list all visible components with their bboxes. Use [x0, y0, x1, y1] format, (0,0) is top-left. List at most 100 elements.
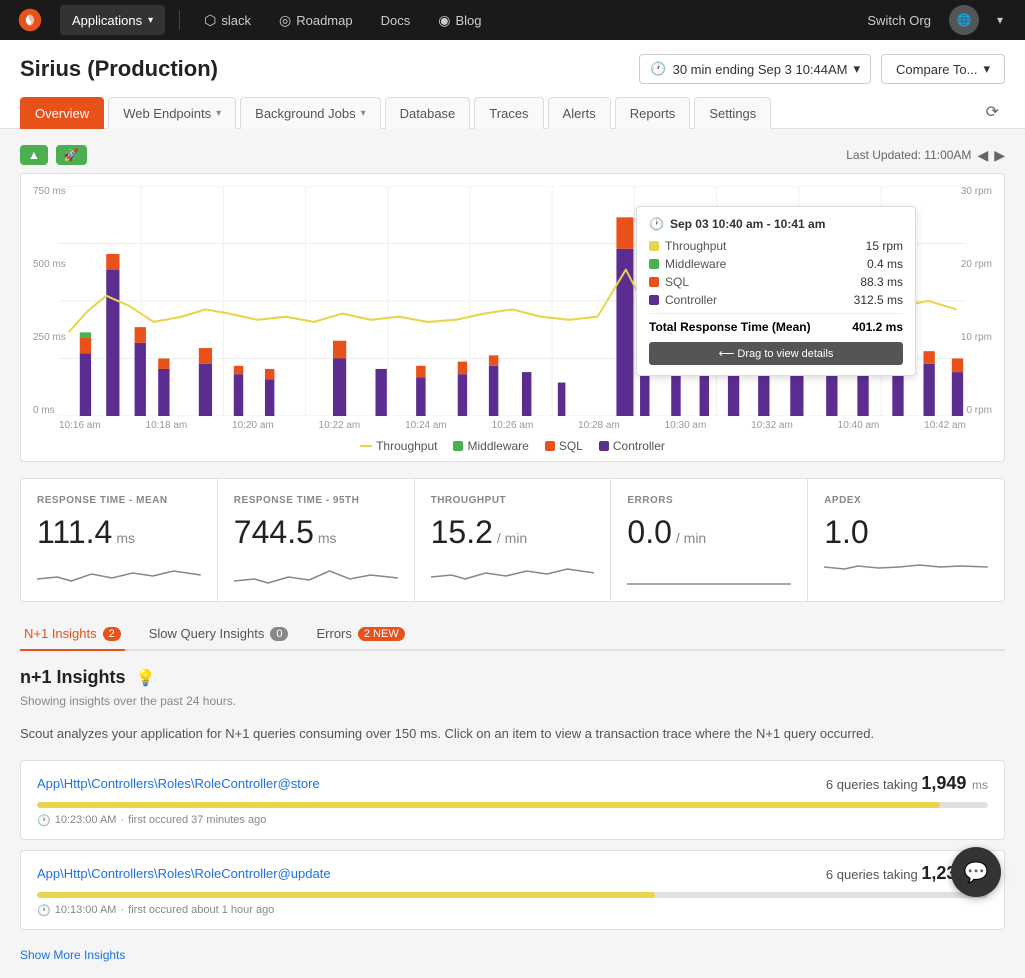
clock-icon: 🕐: [650, 61, 666, 77]
controller-legend-color: [599, 441, 609, 451]
tab-reports[interactable]: Reports: [615, 97, 691, 129]
sql-legend-color: [545, 441, 555, 451]
metric-value-throughput: 15.2: [431, 514, 493, 551]
tab-settings[interactable]: Settings: [694, 97, 771, 129]
main-tab-nav: Overview Web Endpoints ▾ Background Jobs…: [20, 96, 1005, 128]
sparkline-mean: [37, 559, 201, 589]
tooltip-middleware-row: Middleware 0.4 ms: [649, 257, 903, 271]
blog-link[interactable]: ◉ Blog: [428, 7, 491, 34]
user-avatar-button[interactable]: 🌐: [949, 5, 979, 35]
tab-slow-query-insights[interactable]: Slow Query Insights 0: [145, 618, 293, 651]
blog-icon: ◉: [438, 12, 450, 29]
tab-traces[interactable]: Traces: [474, 97, 543, 129]
insight-progress-bar-1: [37, 802, 988, 808]
metric-throughput[interactable]: THROUGHPUT 15.2 / min: [415, 479, 611, 601]
chat-button[interactable]: 💬: [951, 847, 1001, 897]
insight-item-1: App\Http\Controllers\Roles\RoleControlle…: [20, 760, 1005, 840]
tab-n1-insights[interactable]: N+1 Insights 2: [20, 618, 125, 651]
tab-background-jobs[interactable]: Background Jobs ▾: [240, 97, 380, 129]
page-header: Sirius (Production) 🕐 30 min ending Sep …: [0, 40, 1025, 129]
throughput-legend-color: [360, 445, 372, 447]
insights-subtitle: Showing insights over the past 24 hours.: [20, 694, 1005, 708]
tab-alerts[interactable]: Alerts: [548, 97, 611, 129]
tooltip-controller-row: Controller 312.5 ms: [649, 293, 903, 307]
refresh-button[interactable]: ⟳: [980, 96, 1005, 128]
tab-database[interactable]: Database: [385, 97, 471, 129]
metric-cards-row: RESPONSE TIME - MEAN 111.4 ms RESPONSE T…: [20, 478, 1005, 602]
metric-apdex[interactable]: APDEX 1.0: [808, 479, 1004, 601]
lightbulb-icon: 💡: [136, 668, 156, 688]
last-updated-label: Last Updated: 11:00AM ◀ ▶: [846, 147, 1005, 164]
docs-link[interactable]: Docs: [371, 8, 421, 33]
insight-progress-fill-2: [37, 892, 655, 898]
indicator-row: ▲ 🚀 Last Updated: 11:00AM ◀ ▶: [20, 145, 1005, 165]
insights-tab-nav: N+1 Insights 2 Slow Query Insights 0 Err…: [20, 618, 1005, 651]
insight-item-2-header: App\Http\Controllers\Roles\RoleControlle…: [37, 863, 988, 884]
status-indicators: ▲ 🚀: [20, 145, 87, 165]
chart-legend: Throughput Middleware SQL Controller: [29, 439, 996, 453]
show-more-insights-link[interactable]: Show More Insights: [20, 948, 125, 962]
metric-value-apdex: 1.0: [824, 514, 868, 551]
globe-icon: 🌐: [956, 13, 971, 27]
clock-meta-icon-2: 🕐: [37, 904, 51, 917]
legend-middleware: Middleware: [453, 439, 528, 453]
top-navigation: Applications ▾ ⬡ slack ◎ Roadmap Docs ◉ …: [0, 0, 1025, 40]
legend-controller: Controller: [599, 439, 665, 453]
switch-org-button[interactable]: Switch Org: [857, 8, 941, 33]
insights-title: n+1 Insights: [20, 667, 126, 688]
compare-chevron-icon: ▾: [983, 61, 990, 77]
insight-progress-bar-2: [37, 892, 988, 898]
insights-description: Scout analyzes your application for N+1 …: [20, 724, 1005, 744]
slack-icon: ⬡: [204, 12, 216, 29]
tooltip-throughput-row: Throughput 15 rpm: [649, 239, 903, 253]
tooltip-total-row: Total Response Time (Mean) 401.2 ms: [649, 320, 903, 334]
insight-link-2[interactable]: App\Http\Controllers\Roles\RoleControlle…: [37, 866, 331, 881]
app-logo[interactable]: [12, 2, 48, 38]
slack-link[interactable]: ⬡ slack: [194, 7, 261, 34]
roadmap-link[interactable]: ◎ Roadmap: [269, 7, 363, 34]
insights-title-row: n+1 Insights 💡: [20, 667, 1005, 688]
n1-insights-section: n+1 Insights 💡 Showing insights over the…: [20, 667, 1005, 962]
apps-chevron-icon: ▾: [148, 15, 153, 26]
middleware-legend-color: [453, 441, 463, 451]
tab-web-endpoints[interactable]: Web Endpoints ▾: [108, 97, 236, 129]
throughput-dot: [649, 241, 659, 251]
insight-item-1-header: App\Http\Controllers\Roles\RoleControlle…: [37, 773, 988, 794]
sparkline-95th: [234, 559, 398, 589]
metric-errors[interactable]: ERRORS 0.0 / min: [611, 479, 807, 601]
metric-response-mean[interactable]: RESPONSE TIME - MEAN 111.4 ms: [21, 479, 217, 601]
insight-link-1[interactable]: App\Http\Controllers\Roles\RoleControlle…: [37, 776, 320, 791]
main-content: ▲ 🚀 Last Updated: 11:00AM ◀ ▶ 750 ms 500…: [0, 129, 1025, 978]
nav-right-actions: Switch Org 🌐 ▾: [857, 5, 1013, 35]
tooltip-clock-icon: 🕐: [649, 217, 664, 231]
tooltip-divider: [649, 313, 903, 314]
nav-next-button[interactable]: ▶: [994, 147, 1005, 164]
chart-tooltip: 🕐 Sep 03 10:40 am - 10:41 am Throughput …: [636, 206, 916, 376]
metric-value-mean: 111.4: [37, 514, 112, 551]
compare-to-button[interactable]: Compare To... ▾: [881, 54, 1005, 84]
nav-divider: [179, 10, 180, 30]
metric-value-errors: 0.0: [627, 514, 671, 551]
drag-to-view-button[interactable]: ⟵ Drag to view details: [649, 342, 903, 365]
account-chevron-button[interactable]: ▾: [987, 8, 1013, 32]
time-range-selector[interactable]: 🕐 30 min ending Sep 3 10:44AM ▾: [639, 54, 871, 84]
status-badge-deploy: 🚀: [56, 145, 87, 165]
metric-value-95th: 744.5: [234, 514, 314, 551]
controller-dot: [649, 295, 659, 305]
sparkline-throughput: [431, 559, 595, 589]
sql-dot: [649, 277, 659, 287]
time-chevron-icon: ▾: [854, 61, 861, 77]
apps-dropdown-button[interactable]: Applications ▾: [60, 5, 165, 35]
x-axis-labels: 10:16 am 10:18 am 10:20 am 10:22 am 10:2…: [29, 416, 996, 431]
insight-meta-1: 🕐 10:23:00 AM · first occured 37 minutes…: [37, 814, 988, 827]
nav-prev-button[interactable]: ◀: [977, 147, 988, 164]
legend-throughput: Throughput: [360, 439, 437, 453]
tab-overview[interactable]: Overview: [20, 97, 104, 129]
clock-meta-icon-1: 🕐: [37, 814, 51, 827]
chart-area: 750 ms 500 ms 250 ms 0 ms 30 rpm 20 rpm …: [29, 186, 996, 416]
performance-chart[interactable]: 750 ms 500 ms 250 ms 0 ms 30 rpm 20 rpm …: [20, 173, 1005, 462]
tab-errors-insights[interactable]: Errors 2 NEW: [312, 618, 408, 651]
compare-label: Compare To...: [896, 62, 977, 77]
header-controls: 🕐 30 min ending Sep 3 10:44AM ▾ Compare …: [639, 54, 1005, 84]
metric-response-95th[interactable]: RESPONSE TIME - 95TH 744.5 ms: [218, 479, 414, 601]
